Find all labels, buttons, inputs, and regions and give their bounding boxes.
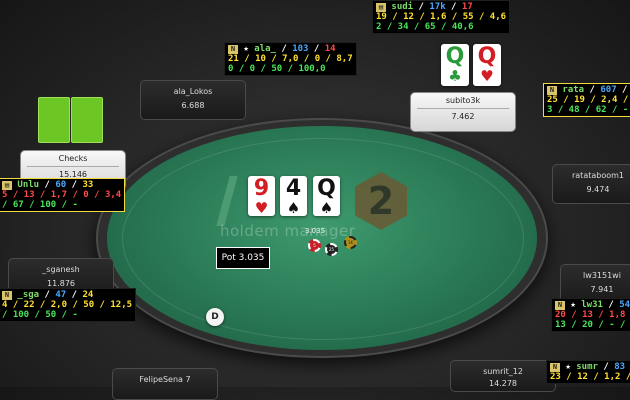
player-name: subito3k bbox=[417, 96, 509, 109]
chip-stack-gold-icon: 1K bbox=[344, 236, 357, 249]
player-name: sumrit_12 bbox=[483, 367, 523, 376]
board-card-3: Q ♠ bbox=[313, 176, 340, 216]
player-stack: 7.941 bbox=[590, 285, 614, 294]
hud-stat-line: 23 / 12 / 1,2 / 10 bbox=[550, 372, 630, 382]
player-name: Checks bbox=[27, 154, 119, 167]
hud-stat-line: 21 / 10 / 7,0 / 0 / 8,7 bbox=[228, 54, 353, 64]
note-icon: ▤ bbox=[2, 181, 12, 190]
player-seat-sumrit[interactable]: sumrit_12 14.278 bbox=[450, 360, 556, 392]
hud-player-name: sudi bbox=[391, 2, 414, 12]
holdem-manager-logo-text: holdem manager bbox=[220, 222, 356, 240]
player-name: _sganesh bbox=[42, 265, 80, 274]
hud-sumr[interactable]: N ★ sumr / 83 23 / 12 / 1,2 / 10 bbox=[546, 360, 630, 384]
star-icon: ★ bbox=[243, 44, 249, 54]
star-icon: ★ bbox=[570, 300, 576, 310]
hud-stat-line: 0 / 0 / 50 / 100,0 bbox=[228, 64, 326, 74]
hud-stat-hands: 17k bbox=[429, 2, 446, 12]
board-card-1: 9 ♥ bbox=[248, 176, 275, 216]
player-name: FelipeSena 7 bbox=[139, 375, 191, 384]
hud-stat-af: 17 bbox=[461, 2, 473, 12]
player-stack: 11.876 bbox=[47, 279, 75, 288]
hud-player-name: lw31 bbox=[581, 300, 603, 310]
hud-stat-line: 4 / 22 / 2,0 / 50 / 12,5 bbox=[2, 300, 133, 310]
hud-stat-line: 5 / 13 / 1,7 / 0 / 3,4 bbox=[2, 190, 122, 200]
player-name: ratataboom1 bbox=[571, 171, 625, 180]
facedown-card-icon bbox=[38, 97, 70, 143]
hud-player-name: ala_ bbox=[254, 44, 276, 54]
hud-stat-hands: 54 bbox=[619, 300, 630, 310]
pot-amount: 3.035 bbox=[305, 227, 326, 235]
player-stack: 9.474 bbox=[586, 185, 610, 194]
chip-stack-black-icon: 25 bbox=[325, 243, 338, 256]
hud-player-name: Unlu bbox=[17, 180, 40, 190]
player-name: ala_Lokos bbox=[173, 87, 213, 96]
player-seat-ala-lokos[interactable]: ala_Lokos 6.688 bbox=[140, 80, 246, 120]
note-icon: N bbox=[2, 291, 12, 300]
hud-player-name: sumr bbox=[576, 362, 598, 372]
note-icon: N bbox=[550, 363, 560, 372]
hud-unlu[interactable]: ▤ Unlu / 60 / 33 5 / 13 / 1,7 / 0 / 3,4 … bbox=[0, 178, 126, 212]
club-suit-icon: ♣ bbox=[448, 67, 462, 85]
hud-stat-hands: 607 bbox=[600, 85, 617, 95]
hud-stat-line: 13 / 20 / - / 0,0 bbox=[555, 320, 630, 330]
dealer-button: D bbox=[206, 308, 224, 326]
note-icon: N bbox=[547, 86, 557, 95]
hud-stat-line: 2 / 34 / 65 / 40,6 bbox=[376, 22, 474, 32]
card-rank: 4 bbox=[285, 176, 302, 201]
hud-lw31[interactable]: N ★ lw31 / 54 20 / 13 / 1,8 / 1 13 / 20 … bbox=[551, 298, 630, 332]
card-rank: 9 bbox=[253, 176, 270, 201]
note-icon: N bbox=[228, 45, 238, 54]
heart-suit-icon: ♥ bbox=[480, 67, 494, 85]
note-icon: N bbox=[555, 301, 565, 310]
spade-suit-icon: ♠ bbox=[319, 199, 334, 217]
hud-player-name: _sga bbox=[17, 290, 40, 300]
card-rank: Q bbox=[477, 44, 497, 69]
player-stack: 6.688 bbox=[181, 101, 205, 110]
star-icon: ★ bbox=[565, 362, 571, 372]
hud-stat-af: 24 bbox=[82, 290, 94, 300]
hud-rata[interactable]: N rata / 607 / 2 25 / 19 / 2,4 / 38 3 / … bbox=[543, 83, 630, 117]
hero-card-1: Q ♣ bbox=[441, 44, 469, 86]
note-icon: ▤ bbox=[376, 3, 386, 12]
hud-stat-line: 3 / 48 / 62 / - bbox=[547, 105, 629, 115]
hud-sga[interactable]: N _sga / 47 / 24 4 / 22 / 2,0 / 50 / 12,… bbox=[0, 288, 137, 322]
player-seat-subito3k[interactable]: subito3k 7.462 bbox=[410, 92, 516, 132]
card-rank: Q bbox=[445, 44, 465, 69]
spade-suit-icon: ♠ bbox=[286, 199, 301, 217]
hud-stat-line: / 100 / 50 / - bbox=[2, 310, 78, 320]
hud-stat-hands: 47 bbox=[55, 290, 67, 300]
hud-stat-line: / 67 / 100 / - bbox=[2, 200, 78, 210]
hud-stat-af: 14 bbox=[324, 44, 336, 54]
board-card-2: 4 ♠ bbox=[280, 176, 307, 216]
hud-stat-hands: 83 bbox=[614, 362, 626, 372]
player-seat-felipesena[interactable]: FelipeSena 7 bbox=[112, 368, 218, 400]
pot-label: Pot 3.035 bbox=[216, 247, 270, 269]
card-rank: Q bbox=[317, 176, 336, 201]
player-stack: 7.462 bbox=[451, 112, 475, 121]
hud-ala[interactable]: N ★ ala_ / 103 / 14 21 / 10 / 7,0 / 0 / … bbox=[224, 42, 357, 76]
heart-suit-icon: ♥ bbox=[254, 199, 269, 217]
facedown-card-icon bbox=[71, 97, 103, 143]
hero-card-2: Q ♥ bbox=[473, 44, 501, 86]
player-seat-ratataboom[interactable]: ratataboom1 9.474 bbox=[552, 164, 630, 204]
hud-stat-af: 33 bbox=[82, 180, 94, 190]
hud-stat-hands: 103 bbox=[292, 44, 309, 54]
chip-stack-red-icon: 5 bbox=[308, 239, 321, 252]
hud-stat-line: 25 / 19 / 2,4 / 38 bbox=[547, 95, 630, 105]
hud-sudi[interactable]: ▤ sudi / 17k / 17 19 / 12 / 1,6 / 55 / 4… bbox=[372, 0, 511, 34]
player-name: lw3151wi bbox=[583, 271, 621, 280]
hud-player-name: rata bbox=[562, 85, 585, 95]
hud-stat-line: 20 / 13 / 1,8 / 1 bbox=[555, 310, 630, 320]
hud-stat-hands: 60 bbox=[55, 180, 67, 190]
hud-stat-line: 19 / 12 / 1,6 / 55 / 4,6 bbox=[376, 12, 507, 22]
